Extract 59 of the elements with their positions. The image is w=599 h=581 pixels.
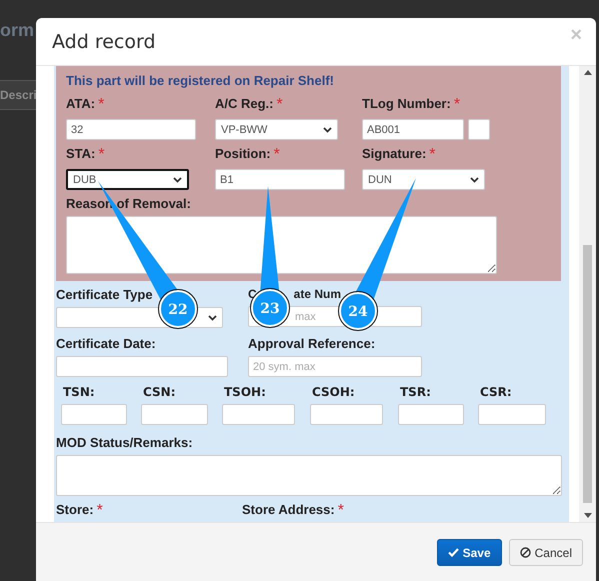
- field-label: MOD Status/Remarks:: [56, 435, 194, 450]
- text-field[interactable]: [56, 356, 228, 377]
- field-label: Store Address:: [242, 502, 335, 519]
- required-mark: *: [98, 96, 104, 114]
- required-mark: *: [276, 96, 283, 114]
- field-label: Certificate Type: [56, 287, 153, 302]
- scroll-up-icon[interactable]: [584, 70, 592, 75]
- field-label: CSOH:: [311, 385, 356, 399]
- select-field[interactable]: DUB: [66, 169, 189, 190]
- required-mark: *: [96, 502, 103, 520]
- field-label: A/C Reg.:: [215, 96, 274, 113]
- text-field[interactable]: [141, 404, 208, 425]
- text-field[interactable]: [61, 404, 127, 425]
- check-icon: [448, 548, 459, 557]
- text-field[interactable]: [468, 119, 490, 140]
- page-heading: orm: [0, 20, 34, 41]
- select-field[interactable]: VP-BWW: [215, 119, 338, 140]
- text-field[interactable]: 20 sym. max: [248, 356, 422, 377]
- text-field[interactable]: AB001: [362, 119, 464, 140]
- field-label: TLog Number:: [362, 96, 451, 113]
- field-label: TSR:: [399, 385, 432, 399]
- required-mark: *: [338, 502, 344, 520]
- scrollbar-thumb[interactable]: [583, 245, 592, 503]
- field-label: CSN:: [142, 385, 177, 399]
- save-button[interactable]: Save: [436, 539, 502, 566]
- notice-text: This part will be registered on Repair Shelf!: [66, 73, 335, 88]
- field-label: Position:: [215, 146, 271, 163]
- required-mark: *: [429, 146, 436, 164]
- chevron-down-icon: [208, 314, 217, 320]
- text-field[interactable]: [398, 404, 464, 425]
- cancel-button[interactable]: Cancel: [508, 539, 583, 566]
- text-field[interactable]: 32: [66, 119, 196, 140]
- chevron-down-icon: [470, 176, 479, 182]
- text-field[interactable]: [222, 404, 295, 425]
- text-area[interactable]: [56, 455, 562, 496]
- field-label: Signature:: [362, 146, 426, 163]
- field-label: STA:: [66, 146, 96, 163]
- field-label: ATA:: [66, 96, 96, 113]
- chevron-down-icon: [323, 126, 332, 132]
- scrollbar[interactable]: [579, 66, 596, 522]
- scroll-down-icon[interactable]: [584, 513, 592, 518]
- field-label: TSN:: [62, 385, 96, 399]
- required-mark: *: [98, 146, 105, 164]
- dialog-title: Add record: [52, 30, 156, 52]
- field-label: ate Num: [294, 287, 342, 301]
- required-mark: *: [454, 96, 460, 114]
- field-label: Certificate Date:: [56, 336, 156, 351]
- required-mark: *: [274, 146, 280, 164]
- text-field[interactable]: [478, 404, 546, 425]
- text-field[interactable]: B1: [215, 169, 345, 190]
- field-label: TSOH:: [223, 385, 267, 399]
- ban-icon: [520, 547, 531, 558]
- text-field[interactable]: [310, 404, 383, 425]
- field-label: CSR:: [479, 385, 513, 399]
- field-label: Store:: [56, 502, 94, 519]
- text-area[interactable]: [66, 216, 497, 274]
- chevron-down-icon: [173, 176, 182, 182]
- select-field[interactable]: DUN: [362, 169, 485, 190]
- field-label: Approval Reference:: [248, 336, 376, 351]
